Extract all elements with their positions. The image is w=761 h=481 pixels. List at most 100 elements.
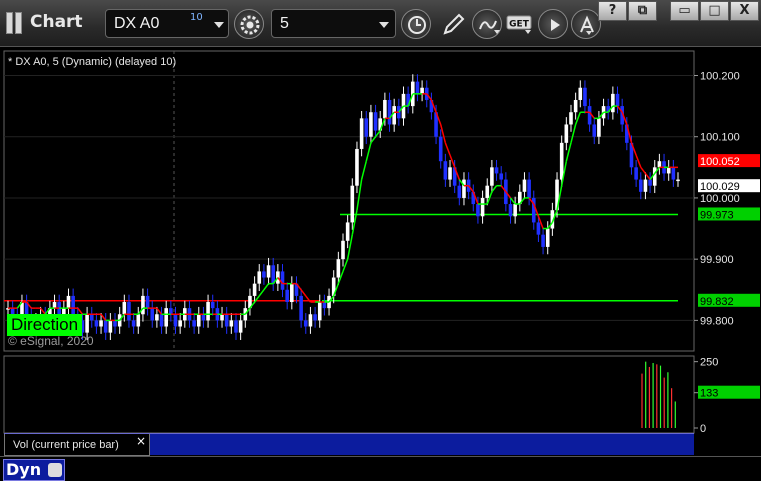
volume-pane	[3, 355, 695, 434]
candle-body	[257, 271, 262, 284]
candle-body	[299, 295, 303, 321]
volume-tab[interactable]: Vol (current price bar)	[4, 434, 150, 456]
trend-segment	[342, 258, 349, 272]
interval-text: 5	[280, 15, 289, 32]
candle-body	[545, 228, 550, 247]
candle-body	[369, 112, 373, 137]
candle-body	[522, 179, 527, 192]
candle-body	[150, 308, 155, 321]
candle-body	[71, 295, 75, 315]
candle-body	[536, 222, 541, 235]
candle-body	[178, 320, 182, 327]
chevron-down-icon[interactable]	[494, 30, 500, 34]
candle-body	[438, 136, 443, 162]
trend-segment	[156, 307, 163, 315]
candle-body	[341, 240, 345, 260]
clock-icon[interactable]	[401, 9, 431, 39]
gear-icon[interactable]	[234, 9, 264, 39]
dynamic-button-label: Dyn	[6, 460, 42, 479]
candle-body	[262, 271, 266, 278]
candle-body	[290, 283, 294, 303]
candle-body	[145, 295, 150, 309]
candle-body	[322, 302, 327, 309]
volume-label: 133	[700, 388, 718, 400]
candle-body	[113, 320, 117, 327]
tick-label: 100.200	[700, 70, 740, 82]
candle-body	[224, 314, 229, 327]
restore-button[interactable]: ⧉	[628, 1, 657, 21]
trend-segment	[565, 142, 572, 162]
candle-body	[159, 314, 164, 327]
volume-bars	[641, 361, 676, 428]
candle-body	[280, 271, 285, 290]
candle-body	[350, 185, 355, 223]
trend-segment	[100, 313, 107, 321]
lock-icon[interactable]	[48, 463, 62, 477]
candle-body	[131, 320, 136, 327]
price-label: 100.029	[700, 181, 740, 193]
trend-segment	[360, 161, 367, 180]
candle-body	[99, 320, 103, 327]
candle-body	[611, 93, 615, 113]
chevron-down-icon[interactable]	[379, 22, 389, 28]
candle-body	[457, 185, 462, 198]
interval-input[interactable]: 5	[271, 9, 396, 38]
tick-label: 100.000	[700, 193, 740, 205]
trend-segment	[370, 136, 377, 144]
trend-segment	[258, 289, 265, 297]
candle-body	[103, 320, 108, 333]
chevron-down-icon[interactable]	[214, 22, 224, 28]
candle-body	[597, 118, 601, 137]
candle-body	[94, 320, 99, 327]
trend-segment	[644, 172, 651, 181]
candle-body	[136, 314, 141, 327]
candle-body	[592, 124, 597, 137]
trend-segment	[570, 124, 577, 144]
volume-axis: 250 133 0	[694, 357, 760, 435]
trend-segment	[444, 142, 451, 156]
help-button[interactable]: ?	[598, 1, 627, 21]
candle-body	[127, 302, 131, 321]
tick-label: 250	[700, 357, 718, 369]
chevron-down-icon[interactable]	[586, 31, 592, 35]
price-label: 99.832	[700, 296, 734, 308]
get-data-icon[interactable]: GET	[506, 9, 536, 39]
price-label: 100.052	[700, 156, 740, 168]
candle-body	[448, 167, 452, 180]
trend-segment	[449, 154, 456, 168]
minimize-button[interactable]: ▭	[670, 1, 699, 21]
candle-body	[206, 302, 210, 321]
maximize-button[interactable]: □	[700, 1, 729, 21]
candle-body	[494, 167, 499, 174]
chevron-down-icon[interactable]	[525, 30, 531, 34]
candle-body	[666, 167, 671, 174]
candle-body	[587, 106, 592, 125]
candle-body	[638, 179, 643, 192]
pencil-icon[interactable]	[439, 9, 469, 39]
trend-segment	[574, 111, 581, 125]
candle-body	[317, 302, 322, 321]
price-labels: 100.052 100.029 99.973 99.832	[698, 154, 760, 308]
symbol-input[interactable]: DX A0 10	[105, 9, 229, 38]
candle-body	[192, 320, 196, 327]
candle-body	[364, 118, 369, 137]
close-icon[interactable]: ×	[136, 434, 146, 448]
trend-segment	[491, 185, 498, 193]
close-button[interactable]: X	[730, 1, 759, 21]
level-lines	[4, 213, 678, 302]
candle-body	[569, 112, 573, 125]
study-icon[interactable]	[472, 9, 502, 39]
candle-body	[52, 302, 57, 309]
candle-body	[89, 314, 94, 321]
play-icon[interactable]	[538, 9, 568, 39]
price-label: 99.973	[700, 209, 734, 221]
candle-body	[564, 124, 569, 143]
candle-body	[285, 289, 289, 303]
candle-body	[164, 308, 168, 327]
chart-area[interactable]: 100.200 100.100 100.000 99.900 99.800 100.05…	[0, 47, 761, 456]
candle-body	[485, 185, 490, 198]
candle-body	[122, 302, 127, 315]
chart-app-icon	[6, 12, 26, 34]
dynamic-button[interactable]: Dyn	[3, 459, 65, 481]
trend-segment	[374, 130, 381, 138]
